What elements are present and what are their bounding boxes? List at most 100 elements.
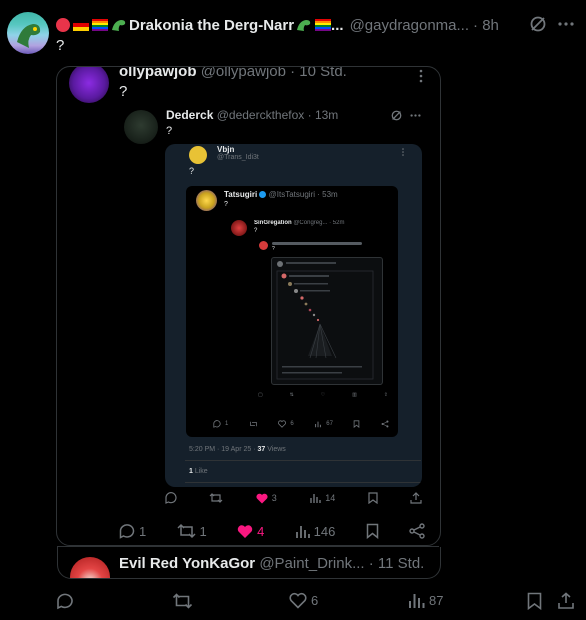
- next-author-name: Evil Red YonKaGor: [119, 555, 256, 572]
- likes-count: 4: [257, 523, 265, 539]
- dragon-emoji-icon: [296, 18, 312, 32]
- views-button[interactable]: 14: [309, 492, 335, 504]
- shot3-actions: ▢ ⇅ ♡ ▥ ⇪: [258, 392, 388, 398]
- shot2-avatar: [196, 190, 217, 211]
- nested-text: ?: [166, 125, 173, 137]
- quote-avatar: [69, 67, 109, 103]
- reply-button[interactable]: [56, 592, 74, 610]
- next-avatar: [70, 557, 110, 578]
- bookmark-icon: [366, 523, 378, 539]
- retweet-button[interactable]: [172, 592, 193, 610]
- replies-count: 1: [139, 523, 147, 539]
- more-icon[interactable]: [409, 109, 422, 122]
- tweet-text: ?: [56, 37, 65, 54]
- author-name-ellipsis: ...: [331, 16, 344, 34]
- retweet-icon: [209, 493, 223, 503]
- retweet-button[interactable]: [209, 492, 223, 504]
- more-icon[interactable]: [556, 14, 576, 34]
- emoji-tongue-icon: [56, 18, 70, 32]
- shot2-text: ?: [224, 201, 228, 208]
- views-icon: [315, 421, 322, 428]
- retweets-count: 1: [199, 523, 207, 539]
- views-icon: [310, 494, 321, 503]
- share-icon: [409, 523, 425, 539]
- shot1-meta: 5:20 PM · 19 Apr 25 · 37 Views: [189, 446, 286, 453]
- bookmark-icon: [527, 592, 542, 610]
- share-button[interactable]: [557, 592, 575, 610]
- shot2-likes-count: 6: [290, 421, 294, 427]
- shot3-author-name: SinGregation: [254, 220, 292, 226]
- quote-text: ?: [119, 83, 128, 100]
- views-button[interactable]: 87: [408, 592, 443, 609]
- retweet-button[interactable]: 1: [177, 523, 207, 539]
- share-button[interactable]: [410, 492, 422, 504]
- quote-author-handle: @ollypawjob: [200, 66, 286, 80]
- tweet-action-row: 6 87: [56, 592, 576, 612]
- next-author-handle: @Paint_Drink...: [259, 555, 365, 572]
- grok-icon[interactable]: [528, 14, 548, 34]
- flag-rainbow-icon: [315, 19, 332, 31]
- shot-avatar: [189, 146, 207, 164]
- quote-time: · 10 Std.: [290, 66, 347, 80]
- tweet-time[interactable]: · 8h: [473, 17, 499, 34]
- like-icon: [256, 493, 268, 503]
- quoted-tweet[interactable]: ollypawjob @ollypawjob · 10 Std. ? Deder…: [56, 66, 441, 546]
- quote-action-row: 1 1 4 146: [119, 523, 425, 539]
- retweet-icon: [177, 523, 196, 539]
- bookmark-icon: [367, 492, 378, 504]
- reply-button[interactable]: 1: [119, 523, 146, 539]
- shot1-likes-label: Like: [194, 468, 208, 475]
- shot2-views-count: 67: [326, 421, 333, 427]
- shot4-header-line: [272, 242, 362, 245]
- shot2-time: · 53m: [317, 190, 338, 199]
- views-icon: [409, 594, 425, 608]
- reply-icon: [213, 420, 221, 428]
- author-name[interactable]: Drakonia the Derg-Narr: [129, 17, 294, 34]
- share-icon: [558, 592, 574, 609]
- views-count: 146: [313, 523, 336, 539]
- retweet-icon: [249, 421, 257, 427]
- shot4-text: ?: [272, 246, 275, 252]
- share-button[interactable]: [409, 523, 425, 539]
- like-button[interactable]: 4: [237, 524, 264, 539]
- shot1-views-label: Views: [265, 446, 286, 453]
- shot2-author-handle: @ItsTatsugiri: [268, 190, 316, 199]
- views-count: 14: [325, 493, 336, 503]
- flag-rainbow-icon: [92, 19, 108, 31]
- shot1-likes-number: 1: [189, 468, 193, 475]
- like-button[interactable]: 6: [289, 592, 318, 609]
- views-count: 87: [429, 593, 444, 608]
- grok-icon[interactable]: [390, 109, 403, 122]
- reply-icon: [165, 492, 177, 504]
- nested-author-handle: @dederckthefox: [216, 108, 305, 122]
- like-icon: [278, 420, 287, 428]
- nested-action-row: 3 14: [165, 492, 422, 504]
- likes-count: 3: [271, 493, 277, 503]
- reply-button[interactable]: [165, 492, 177, 504]
- more-icon: [399, 148, 407, 156]
- shot3-avatar: [231, 220, 247, 236]
- shot-author-name: Vbjn: [217, 145, 235, 154]
- bookmark-button[interactable]: [367, 492, 378, 504]
- shot2-replies-count: 1: [225, 421, 229, 427]
- reply-icon: [57, 593, 73, 610]
- nested-author-name: Dederck: [166, 108, 214, 122]
- dragon-emoji-icon: [111, 18, 127, 32]
- embedded-screenshot[interactable]: Vbjn @Trans_Idi3t ? Tatsugiri @ItsTatsug…: [165, 144, 422, 487]
- author-avatar[interactable]: [7, 12, 49, 54]
- views-button[interactable]: 146: [295, 523, 336, 539]
- bookmark-button[interactable]: [527, 592, 542, 610]
- like-button[interactable]: 3: [256, 493, 277, 504]
- like-icon: [289, 592, 307, 609]
- shot1-timestamp: 5:20 PM · 19 Apr 25 ·: [189, 446, 258, 453]
- quote-author-name: ollypawjob: [119, 66, 197, 80]
- retweet-icon: [172, 593, 193, 609]
- bookmark-button[interactable]: [366, 523, 379, 539]
- like-icon: [237, 524, 253, 538]
- more-icon[interactable]: [414, 69, 428, 83]
- next-quoted-tweet[interactable]: Evil Red YonKaGor @Paint_Drink... · 11 S…: [57, 547, 441, 579]
- author-handle[interactable]: @gaydragonma...: [350, 17, 469, 34]
- shot3-text: ?: [254, 228, 258, 234]
- shot2-author-name: Tatsugiri: [224, 190, 258, 199]
- shot4-avatar: [259, 241, 268, 250]
